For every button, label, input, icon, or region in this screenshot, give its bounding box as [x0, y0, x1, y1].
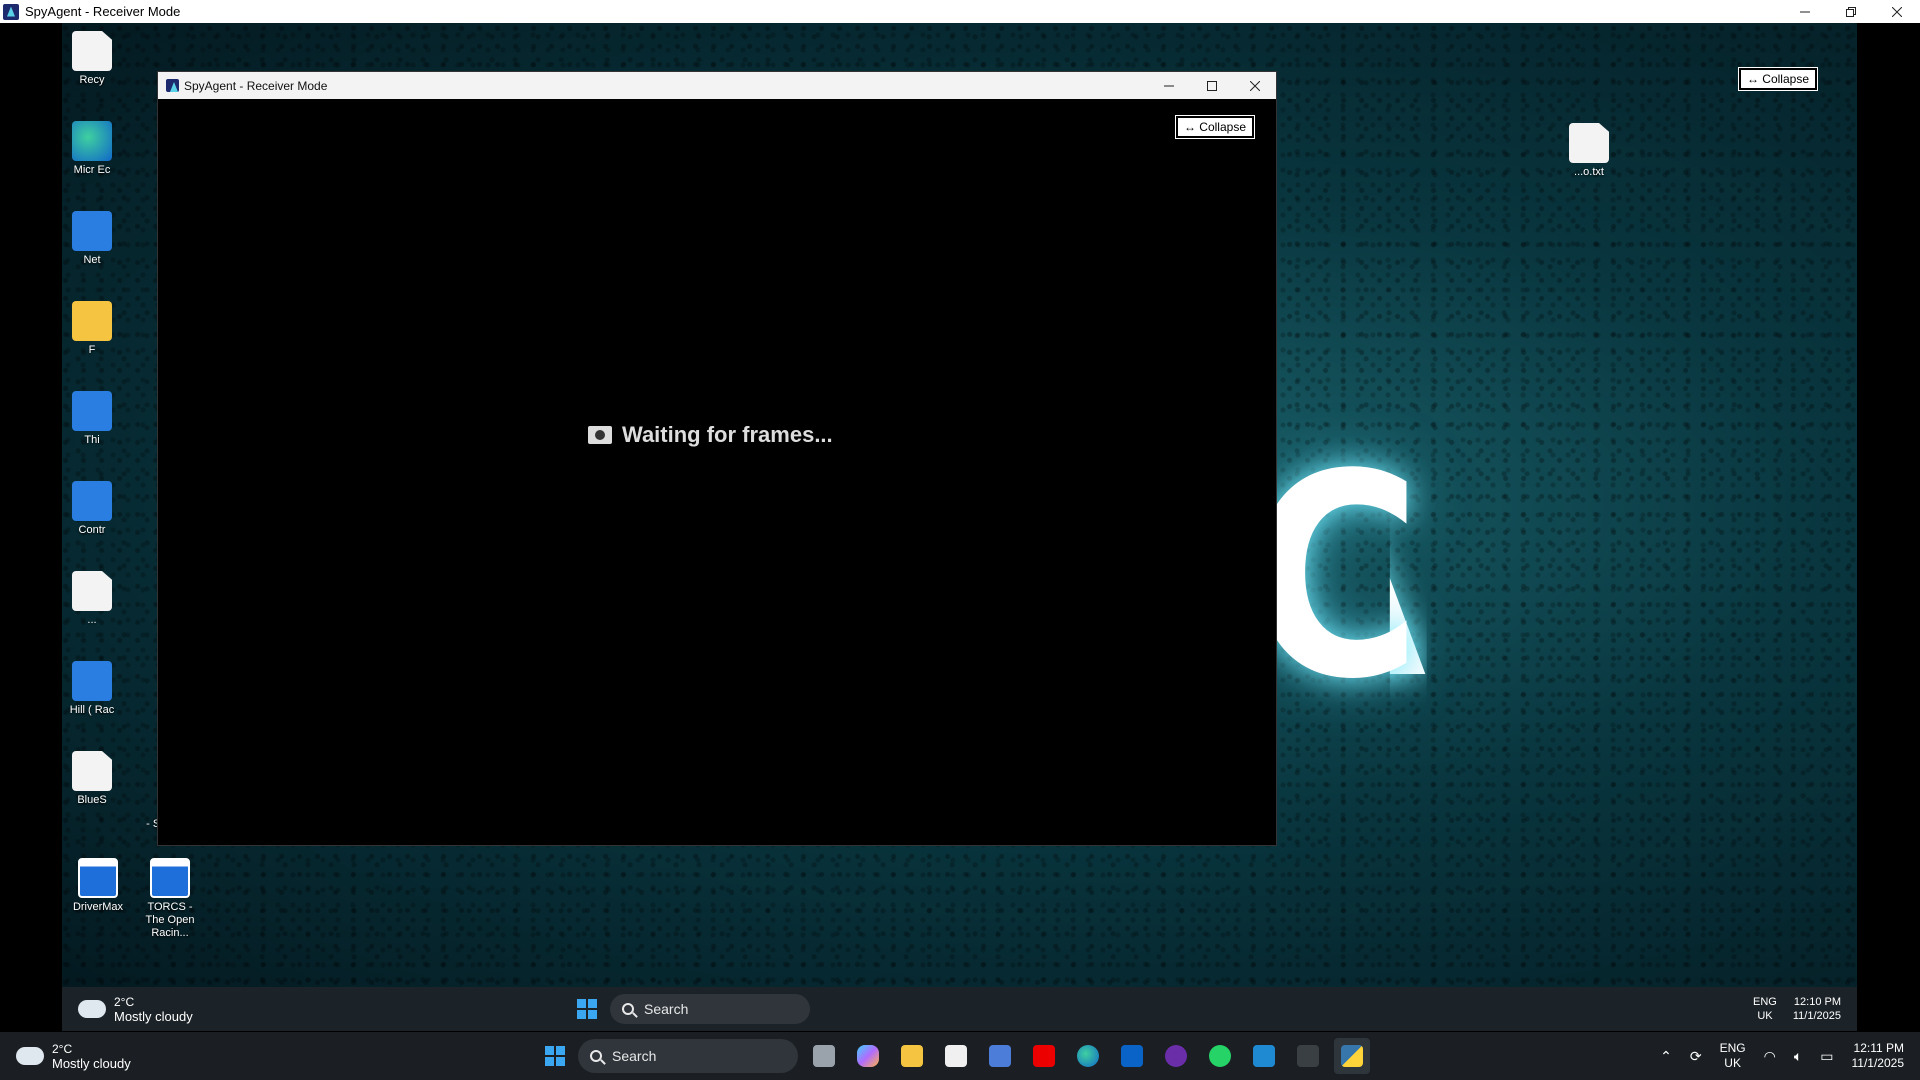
- minimize-button[interactable]: [1782, 0, 1828, 23]
- volume-icon[interactable]: 🔈︎: [1794, 1048, 1802, 1065]
- start-icon[interactable]: [572, 994, 602, 1024]
- minimize-icon: [1800, 11, 1810, 12]
- collapse-button[interactable]: ↔ Collapse: [1174, 115, 1256, 139]
- remote-language[interactable]: ENG UK: [1753, 995, 1777, 1023]
- inner-titlebar: SpyAgent - Receiver Mode: [158, 72, 1276, 99]
- edge-icon[interactable]: [1070, 1038, 1106, 1074]
- remote-desktop-frame: A C Recy Micr Ec Net F Thi Contr ... Hil…: [62, 23, 1857, 988]
- start-icon[interactable]: [540, 1041, 570, 1071]
- restore-icon: [1846, 6, 1856, 17]
- santander-icon[interactable]: [1026, 1038, 1062, 1074]
- clock-date: 11/1/2025: [1851, 1056, 1905, 1070]
- waiting-text: Waiting for frames...: [622, 422, 833, 447]
- whatsapp-icon[interactable]: [1202, 1038, 1238, 1074]
- minimize-icon: [1163, 85, 1174, 86]
- bluestacks-icon: [72, 751, 112, 791]
- clock-time: 12:11 PM: [1853, 1041, 1904, 1055]
- inner-minimize-button[interactable]: [1147, 72, 1190, 99]
- vscode-icon[interactable]: [1246, 1038, 1282, 1074]
- settings-app-icon[interactable]: [982, 1038, 1018, 1074]
- inner-close-button[interactable]: [1233, 72, 1276, 99]
- copilot-icon[interactable]: [850, 1038, 886, 1074]
- sync-icon[interactable]: ⟳: [1690, 1048, 1702, 1065]
- remote-collapse-button[interactable]: ↔ Collapse: [1737, 67, 1819, 91]
- desktop-icon-bluestacks[interactable]: BlueS: [62, 751, 122, 807]
- close-icon: [1892, 6, 1902, 17]
- remote-tray: ENG UK 12:10 PM 11/1/2025: [1753, 995, 1841, 1023]
- remote-weather-widget[interactable]: 2°C Mostly cloudy: [78, 993, 238, 1024]
- desktop-icon-edge[interactable]: Micr Ec: [62, 121, 122, 177]
- folder-icon: [72, 301, 112, 341]
- spyagent-app-icon: [166, 79, 179, 92]
- remote-taskbar-center: Search: [572, 994, 810, 1024]
- desktop-icon-folder[interactable]: F: [62, 301, 122, 357]
- search-icon: [590, 1050, 602, 1062]
- desktop-icon-network[interactable]: Net: [62, 211, 122, 267]
- waiting-status: Waiting for frames...: [588, 422, 833, 448]
- store-icon[interactable]: [938, 1038, 974, 1074]
- file-explorer-icon[interactable]: [894, 1038, 930, 1074]
- weather-widget[interactable]: 2°C Mostly cloudy: [16, 1040, 176, 1071]
- weather-condition: Mostly cloudy: [52, 1055, 131, 1071]
- inner-window-title: SpyAgent - Receiver Mode: [184, 78, 328, 93]
- inner-maximize-button[interactable]: [1190, 72, 1233, 99]
- clock[interactable]: 12:11 PM 11/1/2025: [1852, 1041, 1905, 1071]
- control-panel-icon: [72, 481, 112, 521]
- maximize-icon: [1206, 80, 1217, 91]
- network-icon: [72, 211, 112, 251]
- wifi-icon[interactable]: ◠: [1764, 1048, 1776, 1065]
- task-view-icon[interactable]: [806, 1038, 842, 1074]
- spyagent-app-icon: [3, 3, 19, 20]
- chevron-up-icon[interactable]: ⌃: [1660, 1048, 1672, 1065]
- system-tray: ⌃ ⟳ ENG UK ◠ 🔈︎ ▭ 12:11 PM 11/1/2025: [1660, 1032, 1904, 1080]
- python-icon[interactable]: [1334, 1038, 1370, 1074]
- desktop-icon-doc[interactable]: ...: [62, 571, 122, 627]
- search-box[interactable]: Search: [578, 1039, 798, 1073]
- document-icon: [72, 571, 112, 611]
- desktop-icon-txt-file[interactable]: ...o.txt: [1559, 123, 1619, 179]
- desktop-icon-drivermax[interactable]: DriverMax: [68, 858, 128, 914]
- cloud-icon: [16, 1040, 44, 1065]
- desktop-icon-hill-climb[interactable]: Hill ( Rac: [62, 661, 122, 717]
- bt-icon[interactable]: [1158, 1038, 1194, 1074]
- remote-search-box[interactable]: Search: [610, 994, 810, 1024]
- edge-icon: [72, 121, 112, 161]
- torcs-icon: [150, 858, 190, 898]
- search-label: Search: [612, 1048, 657, 1064]
- taskbar: 2°C Mostly cloudy Search ⌃ ⟳ ENG UK ◠ 🔈︎: [0, 1032, 1920, 1080]
- desktop-icon-this-pc[interactable]: Thi: [62, 391, 122, 447]
- remote-clock[interactable]: 12:10 PM 11/1/2025: [1793, 995, 1841, 1023]
- restore-button[interactable]: [1828, 0, 1874, 23]
- outer-window-controls: [1782, 0, 1920, 23]
- outer-titlebar: SpyAgent - Receiver Mode: [0, 0, 1920, 23]
- weather-temp: 2°C: [52, 1041, 73, 1056]
- search-icon: [622, 1003, 634, 1015]
- desktop-icon-control-panel[interactable]: Contr: [62, 481, 122, 537]
- inner-receiver-window: SpyAgent - Receiver Mode ↔ Collapse Wait…: [157, 71, 1277, 846]
- text-file-icon: [1569, 123, 1609, 163]
- this-pc-icon: [72, 391, 112, 431]
- camera-icon: [588, 426, 612, 444]
- outlook-icon[interactable]: [1114, 1038, 1150, 1074]
- desktop-icon-torcs[interactable]: TORCS - The Open Racin...: [140, 858, 200, 940]
- taskbar-center: Search: [540, 1032, 1370, 1080]
- remote-taskbar: 2°C Mostly cloudy Search ENG UK 12:10 PM 11…: [62, 987, 1857, 1031]
- outer-window-title: SpyAgent - Receiver Mode: [25, 4, 181, 19]
- recycle-bin-icon: [72, 31, 112, 71]
- battery-icon[interactable]: ▭: [1820, 1048, 1833, 1065]
- game-icon: [72, 661, 112, 701]
- close-button[interactable]: [1874, 0, 1920, 23]
- close-icon: [1249, 80, 1260, 91]
- desktop-icon-recycle[interactable]: Recy: [62, 31, 122, 87]
- language-indicator[interactable]: ENG UK: [1720, 1041, 1746, 1071]
- inner-window-controls: [1147, 72, 1276, 99]
- cloud-icon: [78, 993, 106, 1018]
- terminal-icon[interactable]: [1290, 1038, 1326, 1074]
- drivermax-icon: [78, 858, 118, 898]
